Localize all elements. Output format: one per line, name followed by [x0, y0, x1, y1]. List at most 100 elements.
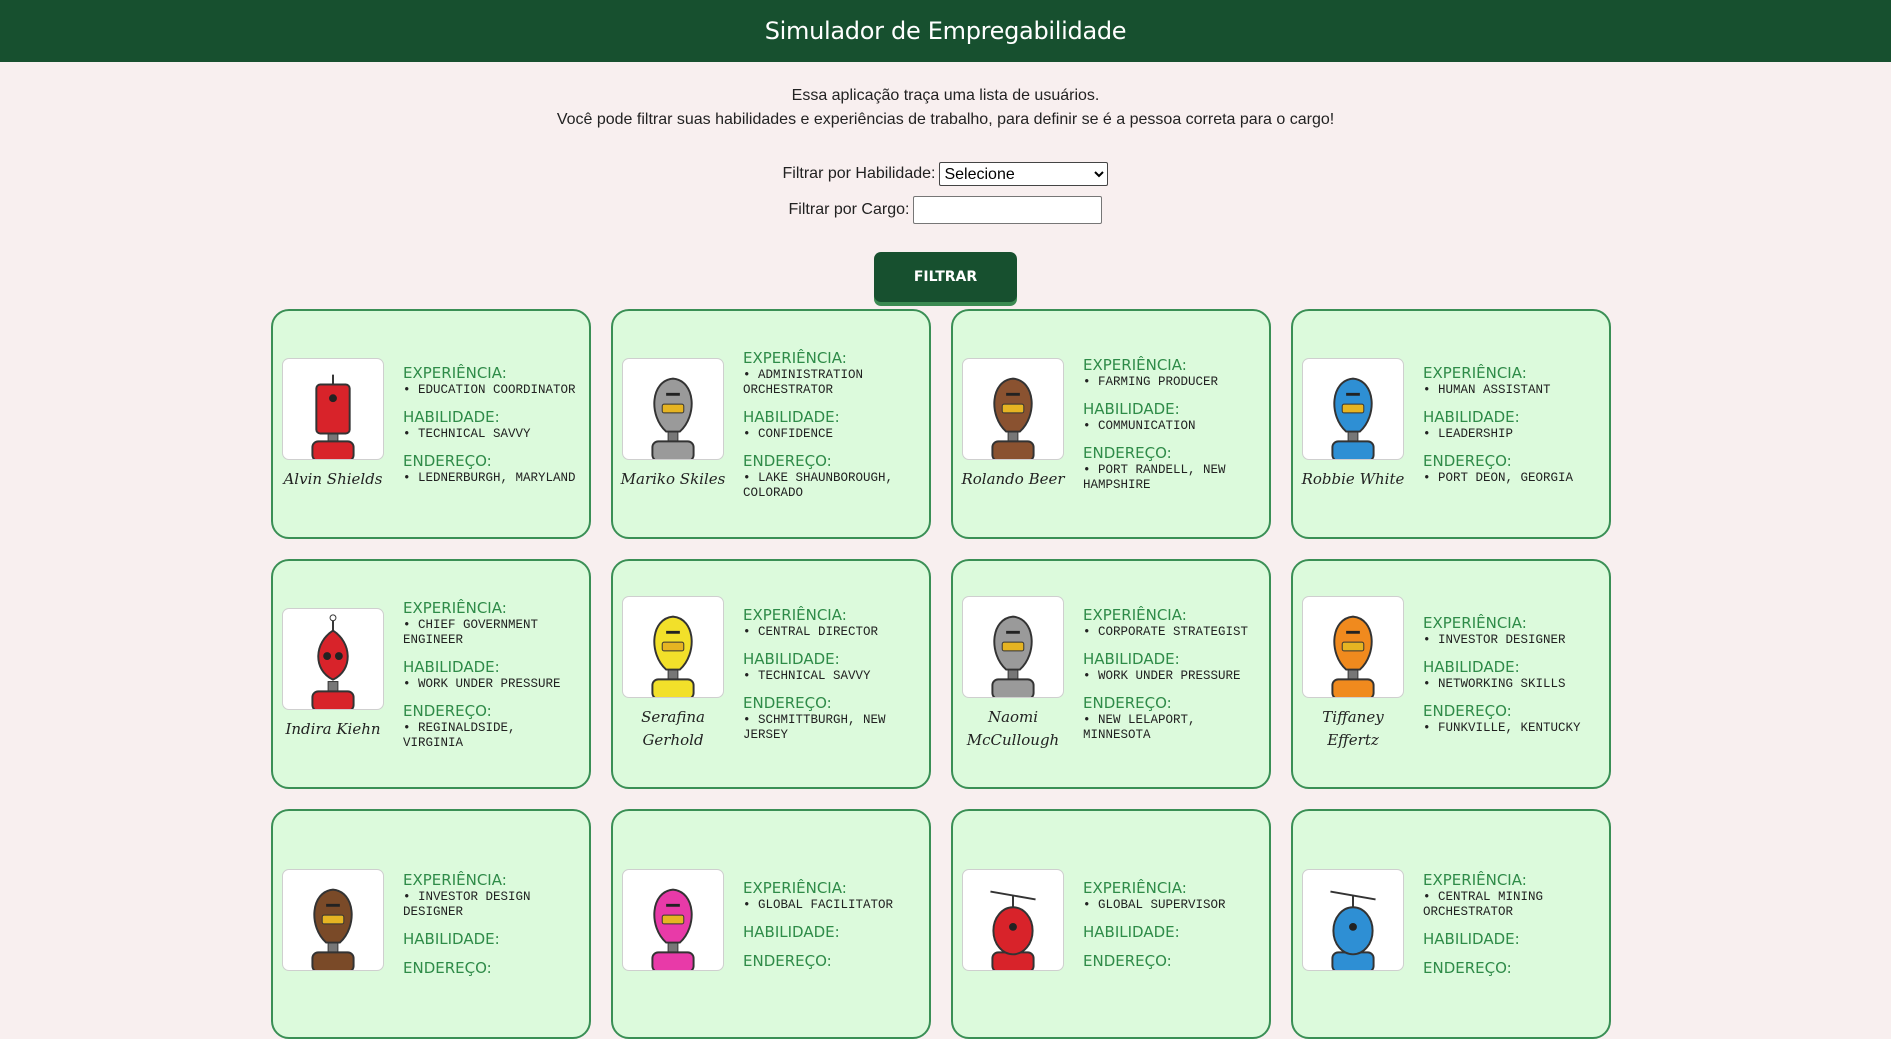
user-name: Tiffaney Effertz	[1322, 708, 1384, 749]
card-details: EXPERIÊNCIA: • ADMINISTRATION ORCHESTRAT…	[743, 348, 921, 501]
habilidade-label: HABILIDADE:	[1083, 650, 1180, 668]
experiencia-label: EXPERIÊNCIA:	[403, 871, 507, 889]
experiencia-label: EXPERIÊNCIA:	[1423, 363, 1527, 382]
filter-form: Filtrar por Habilidade: Selecione Filtra…	[0, 162, 1891, 302]
endereco-value: • REGINALDSIDE, VIRGINIA	[403, 720, 516, 750]
user-name: Serafina Gerhold	[641, 708, 705, 749]
experiencia-label: EXPERIÊNCIA:	[1423, 871, 1527, 889]
card-details: EXPERIÊNCIA: • FARMING PRODUCER HABILIDA…	[1083, 355, 1261, 493]
card-profile	[282, 869, 384, 979]
card-profile: Mariko Skiles	[621, 357, 725, 491]
intro-line-2: Você pode filtrar suas habilidades e exp…	[556, 111, 1335, 128]
user-name: Rolando Beer	[961, 469, 1065, 488]
card-profile	[962, 869, 1064, 979]
card-details: EXPERIÊNCIA: • INVESTOR DESIGN DESIGNER …	[403, 870, 581, 978]
card-details: EXPERIÊNCIA: • CORPORATE STRATEGIST HABI…	[1083, 605, 1261, 743]
user-card: Serafina Gerhold EXPERIÊNCIA: • CENTRAL …	[611, 559, 931, 789]
brown-robot-icon	[282, 869, 384, 971]
user-card-grid: Alvin Shields EXPERIÊNCIA: • EDUCATION C…	[271, 309, 1611, 1039]
card-profile: Alvin Shields	[282, 357, 384, 491]
experiencia-value: • CORPORATE STRATEGIST	[1083, 625, 1249, 639]
habilidade-value: • WORK UNDER PRESSURE	[1083, 669, 1241, 683]
habilidade-value: • LEADERSHIP	[1423, 426, 1514, 441]
endereco-label: ENDEREÇO:	[743, 694, 832, 712]
experiencia-label: EXPERIÊNCIA:	[1083, 606, 1187, 624]
filter-habilidade-row: Filtrar por Habilidade: Selecione	[783, 162, 1109, 186]
endereco-label: ENDEREÇO:	[1423, 959, 1512, 977]
red-round-robot-icon	[282, 607, 384, 710]
endereco-label: ENDEREÇO:	[403, 451, 492, 470]
user-name: Indira Kiehn	[285, 719, 381, 738]
habilidade-value: • CONFIDENCE	[743, 426, 834, 441]
orange-robot-icon	[1302, 596, 1404, 698]
endereco-label: ENDEREÇO:	[1083, 444, 1172, 462]
blue-antenna-robot-icon	[1302, 869, 1404, 971]
endereco-label: ENDEREÇO:	[403, 701, 492, 720]
filter-cargo-label: Filtrar por Cargo:	[788, 201, 910, 218]
filtrar-button[interactable]: FILTRAR	[874, 252, 1017, 302]
endereco-label: ENDEREÇO:	[403, 959, 492, 977]
card-profile: Indira Kiehn	[282, 607, 384, 741]
filter-cargo-row: Filtrar por Cargo:	[789, 196, 1103, 224]
experiencia-value: • FARMING PRODUCER	[1083, 375, 1219, 389]
endereco-value: • PORT DEON, GEORGIA	[1423, 470, 1574, 485]
yellow-robot-icon	[622, 596, 724, 698]
endereco-label: ENDEREÇO:	[1423, 701, 1512, 720]
habilidade-label: HABILIDADE:	[1083, 922, 1180, 941]
habilidade-label: HABILIDADE:	[1423, 657, 1520, 676]
experiencia-value: • EDUCATION COORDINATOR	[403, 382, 576, 397]
experiencia-label: EXPERIÊNCIA:	[743, 878, 847, 897]
user-name: Alvin Shields	[283, 469, 383, 488]
habilidade-label: HABILIDADE:	[403, 930, 500, 948]
brown-robot-icon	[962, 357, 1064, 460]
gray-robot-icon	[962, 596, 1064, 698]
endereco-value: • LEDNERBURGH, MARYLAND	[403, 470, 576, 485]
user-card: Naomi McCullough EXPERIÊNCIA: • CORPORAT…	[951, 559, 1271, 789]
card-details: EXPERIÊNCIA: • GLOBAL SUPERVISOR HABILID…	[1083, 878, 1226, 971]
habilidade-label: HABILIDADE:	[743, 650, 840, 668]
card-profile	[622, 869, 724, 979]
experiencia-value: • INVESTOR DESIGN DESIGNER	[403, 890, 531, 919]
habilidade-label: HABILIDADE:	[1423, 930, 1520, 948]
experiencia-value: • CENTRAL DIRECTOR	[743, 625, 879, 639]
habilidade-label: HABILIDADE:	[1423, 407, 1520, 426]
endereco-value: • PORT RANDELL, NEW HAMPSHIRE	[1083, 463, 1226, 492]
card-profile: Naomi McCullough	[962, 596, 1064, 752]
endereco-label: ENDEREÇO:	[1083, 694, 1172, 712]
habilidade-label: HABILIDADE:	[743, 407, 840, 426]
habilidade-select[interactable]: Selecione	[939, 162, 1109, 186]
user-card: Rolando Beer EXPERIÊNCIA: • FARMING PROD…	[951, 309, 1271, 539]
endereco-value: • NEW LELAPORT, MINNESOTA	[1083, 713, 1196, 742]
gray-robot-icon	[622, 357, 724, 460]
card-details: EXPERIÊNCIA: • CENTRAL MINING ORCHESTRAT…	[1423, 870, 1601, 978]
card-details: EXPERIÊNCIA: • INVESTOR DESIGNER HABILID…	[1423, 613, 1581, 736]
card-profile: Robbie White	[1302, 357, 1404, 491]
card-details: EXPERIÊNCIA: • CENTRAL DIRECTOR HABILIDA…	[743, 605, 921, 743]
red-tall-robot-icon	[282, 357, 384, 460]
endereco-label: ENDEREÇO:	[1423, 451, 1512, 470]
pink-robot-icon	[622, 869, 724, 971]
experiencia-value: • CENTRAL MINING ORCHESTRATOR	[1423, 890, 1544, 919]
page-title: Simulador de Empregabilidade	[764, 17, 1127, 45]
experiencia-value: • ADMINISTRATION ORCHESTRATOR	[743, 367, 864, 397]
experiencia-value: • INVESTOR DESIGNER	[1423, 632, 1566, 647]
experiencia-label: EXPERIÊNCIA:	[403, 598, 507, 617]
user-card: EXPERIÊNCIA: • GLOBAL SUPERVISOR HABILID…	[951, 809, 1271, 1039]
card-profile	[1302, 869, 1404, 979]
card-details: EXPERIÊNCIA: • EDUCATION COORDINATOR HAB…	[403, 363, 576, 486]
app-header: Simulador de Empregabilidade	[0, 0, 1891, 62]
card-details: EXPERIÊNCIA: • HUMAN ASSISTANT HABILIDAD…	[1423, 363, 1573, 486]
experiencia-value: • HUMAN ASSISTANT	[1423, 382, 1551, 397]
card-profile: Rolando Beer	[961, 357, 1065, 491]
experiencia-value: • CHIEF GOVERNMENT ENGINEER	[403, 617, 539, 647]
user-card: Alvin Shields EXPERIÊNCIA: • EDUCATION C…	[271, 309, 591, 539]
blue-robot-icon	[1302, 357, 1404, 460]
habilidade-label: HABILIDADE:	[1083, 400, 1180, 418]
habilidade-value: • NETWORKING SKILLS	[1423, 676, 1566, 691]
cargo-input[interactable]	[913, 196, 1103, 224]
user-card: EXPERIÊNCIA: • CENTRAL MINING ORCHESTRAT…	[1291, 809, 1611, 1039]
habilidade-value: • COMMUNICATION	[1083, 419, 1196, 433]
intro-line-1: Essa aplicação traça uma lista de usuári…	[791, 87, 1100, 104]
card-details: EXPERIÊNCIA: • CHIEF GOVERNMENT ENGINEER…	[403, 598, 581, 751]
red-antenna-robot-icon	[962, 869, 1064, 971]
